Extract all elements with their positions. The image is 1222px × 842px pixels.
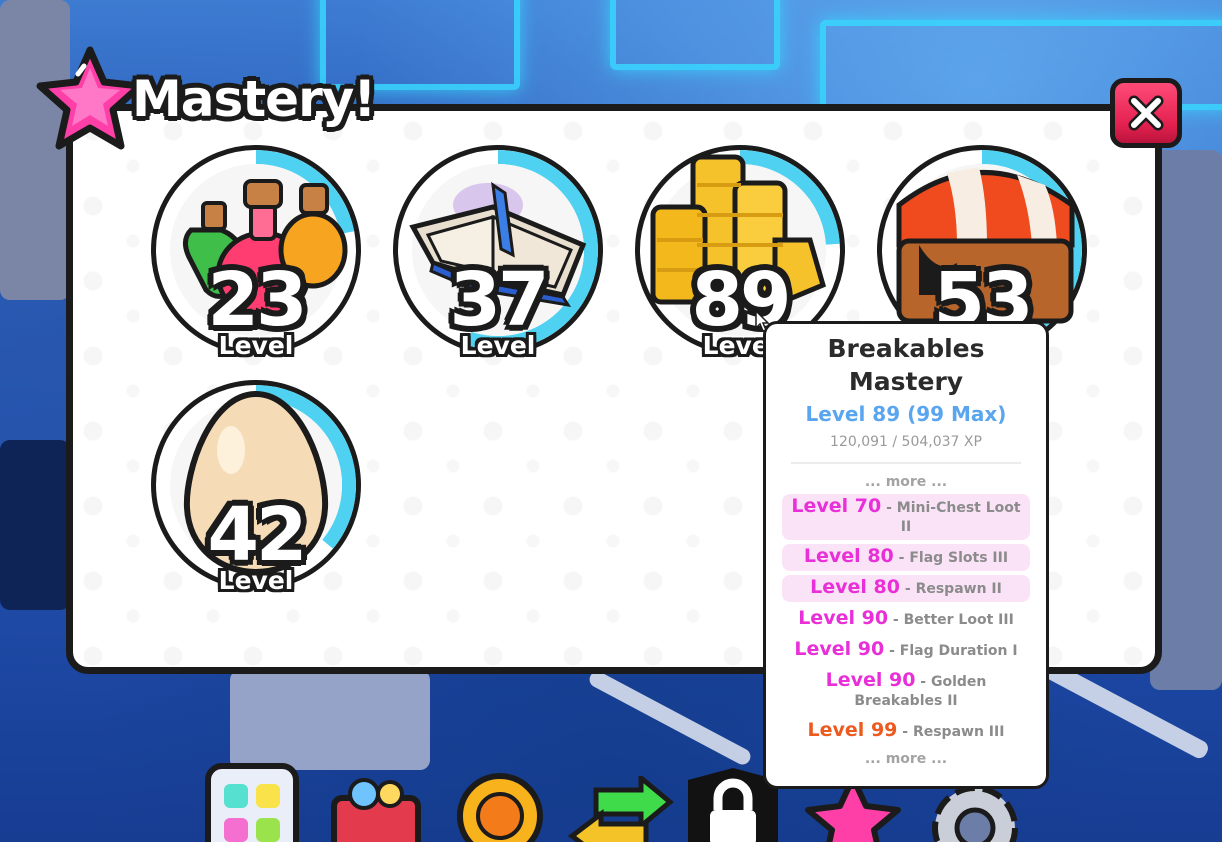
level-label: Level (460, 331, 536, 360)
gold-badge-icon (457, 773, 543, 842)
reward-item: Level 90 - Golden Breakables II (825, 669, 987, 710)
enchants-mastery[interactable]: 37 Level (393, 145, 603, 360)
page-title: Mastery! (132, 70, 376, 128)
mouse-cursor-icon (755, 310, 770, 332)
close-button[interactable] (1110, 78, 1182, 148)
basket-icon (331, 778, 421, 842)
scenery-block (230, 670, 430, 770)
reward-item: Level 99 - Respawn III (807, 719, 1005, 741)
scenery-block (0, 440, 70, 610)
neon-track (610, 0, 780, 70)
tooltip-level: Level 89 (99 Max) (805, 402, 1007, 426)
rewards-list: Level 70 - Mini-Chest Loot II Level 80 -… (766, 494, 1046, 745)
eggs-mastery[interactable]: 42 Level (151, 380, 361, 595)
pets-inventory-button[interactable] (202, 760, 302, 842)
shop-basket-button[interactable] (326, 768, 426, 842)
reward-item: Level 80 - Flag Slots III (782, 544, 1030, 571)
mastery-level: 37 (449, 257, 550, 343)
rewards-button[interactable] (450, 766, 550, 842)
mastery-level: 42 (207, 492, 308, 578)
breakables-mastery-tooltip: Breakables Mastery Level 89 (99 Max) 120… (763, 321, 1049, 789)
reward-item: Level 80 - Respawn II (782, 575, 1030, 602)
level-label: Level (218, 566, 294, 595)
reward-item: Level 70 - Mini-Chest Loot II (782, 494, 1030, 540)
more-indicator: ... more ... (864, 751, 948, 767)
level-label: Level (218, 331, 294, 360)
more-indicator: ... more ... (864, 474, 948, 490)
potions-mastery[interactable]: 23 Level (151, 145, 361, 360)
tooltip-title: Breakables Mastery (827, 334, 985, 396)
reward-item: Level 90 - Better Loot III (798, 607, 1014, 629)
reward-item: Level 90 - Flag Duration I (794, 638, 1018, 660)
mastery-level: 23 (207, 257, 308, 343)
trade-button[interactable] (566, 772, 674, 842)
star-icon (36, 46, 144, 150)
cat-grid-icon (205, 763, 299, 842)
arrows-icon (567, 772, 674, 842)
tooltip-divider (791, 462, 1021, 464)
tooltip-xp: 120,091 / 504,037 XP (830, 434, 982, 450)
x-icon (1128, 95, 1164, 131)
